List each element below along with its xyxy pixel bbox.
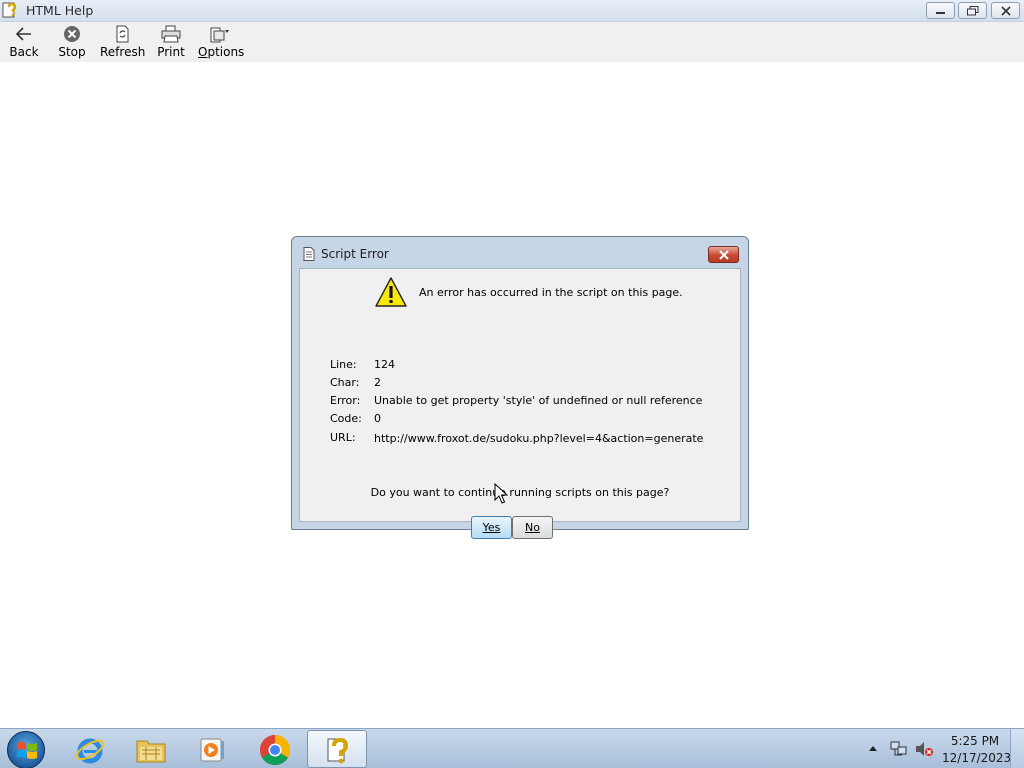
internet-explorer-icon: [75, 738, 105, 764]
print-button[interactable]: Print: [156, 24, 186, 62]
clock-date[interactable]: 12/17/2023: [942, 751, 1011, 765]
no-button[interactable]: No: [512, 516, 553, 539]
window-title: HTML Help: [26, 3, 94, 18]
taskbar-media-player[interactable]: [182, 730, 240, 768]
error-message: An error has occurred in the script on t…: [419, 286, 683, 299]
error-value: Unable to get property 'style' of undefi…: [374, 394, 703, 407]
printer-icon: [161, 25, 181, 43]
taskbar: 5:25 PM 12/17/2023: [0, 728, 1024, 768]
toolbar: Back Stop Refresh Print Options: [0, 22, 1024, 62]
code-value: 0: [374, 412, 381, 425]
close-window-button[interactable]: [991, 2, 1020, 19]
close-icon: [719, 250, 729, 260]
line-label: Line:: [330, 358, 357, 371]
continue-question: Do you want to continue running scripts …: [370, 486, 670, 499]
volume-muted-icon[interactable]: [914, 741, 934, 757]
char-value: 2: [374, 376, 381, 389]
code-label: Code:: [330, 412, 362, 425]
minimize-icon: [936, 12, 945, 14]
yes-button[interactable]: Yes: [471, 516, 512, 539]
dialog-close-button[interactable]: [708, 246, 739, 263]
back-button[interactable]: Back: [8, 24, 40, 62]
close-icon: [1001, 6, 1011, 16]
show-hidden-icons-icon[interactable]: [868, 744, 878, 752]
refresh-button[interactable]: Refresh: [100, 24, 146, 62]
window-titlebar: HTML Help: [0, 0, 1024, 22]
options-icon: [210, 27, 229, 43]
stop-label: Stop: [58, 45, 86, 59]
mouse-cursor-icon: [494, 483, 508, 504]
warning-icon: [375, 277, 407, 307]
help-file-icon: [2, 2, 17, 18]
taskbar-internet-explorer[interactable]: [60, 730, 118, 768]
dialog-titlebar[interactable]: Script Error: [292, 237, 748, 267]
error-label: Error:: [330, 394, 361, 407]
no-label: No: [525, 521, 540, 534]
restore-icon: [967, 6, 979, 16]
back-label: Back: [9, 45, 39, 59]
refresh-icon: [116, 25, 129, 43]
help-file-icon: [327, 737, 349, 764]
start-button[interactable]: [7, 731, 45, 768]
document-icon: [303, 247, 315, 261]
yes-label: Yes: [482, 521, 501, 534]
windows-logo-icon: [17, 742, 37, 759]
char-label: Char:: [330, 376, 360, 389]
show-desktop-button[interactable]: [1010, 729, 1024, 768]
taskbar-html-help[interactable]: [307, 730, 367, 768]
media-player-icon: [200, 738, 224, 762]
clock-time[interactable]: 5:25 PM: [944, 734, 1006, 748]
taskbar-windows-explorer[interactable]: [121, 730, 179, 768]
taskbar-google-chrome[interactable]: [245, 730, 303, 768]
back-arrow-icon: [15, 27, 31, 41]
network-icon[interactable]: [890, 741, 908, 757]
options-label: Options: [198, 45, 245, 59]
folder-icon: [136, 740, 166, 763]
restore-button[interactable]: [958, 2, 987, 19]
line-value: 124: [374, 358, 395, 371]
print-label: Print: [157, 45, 185, 59]
dialog-title: Script Error: [321, 247, 389, 261]
minimize-button[interactable]: [926, 2, 955, 19]
options-button[interactable]: Options: [198, 24, 245, 62]
script-error-dialog: Script Error An error has occurred in th…: [291, 236, 749, 539]
stop-icon: [64, 26, 80, 42]
refresh-label: Refresh: [100, 45, 146, 59]
url-label: URL:: [330, 431, 356, 444]
chrome-icon: [259, 735, 291, 766]
dialog-body: An error has occurred in the script on t…: [299, 268, 741, 539]
url-value: http://www.froxot.de/sudoku.php?level=4&…: [374, 432, 704, 445]
stop-button[interactable]: Stop: [56, 24, 88, 62]
